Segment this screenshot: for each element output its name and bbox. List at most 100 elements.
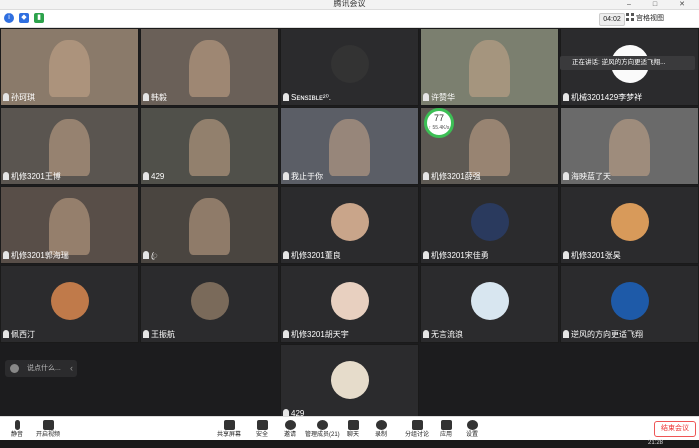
participant-tile[interactable]: 逆风的方向更适飞翔 — [560, 265, 699, 343]
participant-tile[interactable]: 机修3201胡天宇 — [280, 265, 419, 343]
participant-name-label: 机修3201张昊 — [571, 251, 621, 260]
participant-tile[interactable]: 机修3201薛强 77 ↑ 55.4K/s — [420, 107, 559, 185]
chat-label: 聊天 — [346, 432, 359, 438]
info-icon[interactable]: i — [4, 13, 14, 23]
minimize-icon[interactable]: – — [619, 0, 639, 9]
participant-name-label: Sᴇɴsɪʙʟᴇ²⁰. — [291, 93, 332, 102]
participant-avatar — [610, 203, 649, 241]
network-percent: 77 — [433, 113, 444, 123]
participant-video — [188, 198, 231, 256]
members-label: 管理成员(21) — [305, 432, 340, 438]
video-button[interactable]: 开启视频 — [34, 417, 62, 441]
participant-name: 机修3201王博 — [3, 172, 61, 182]
maximize-icon[interactable]: □ — [645, 0, 665, 9]
shield-icon[interactable]: ◆ — [19, 13, 29, 23]
settings-label: 设置 — [465, 432, 478, 438]
meeting-timer: 04:02 — [599, 13, 625, 26]
participant-video — [328, 119, 371, 177]
grid-view-icon — [626, 13, 634, 21]
participant-video — [48, 198, 91, 256]
participant-tile[interactable]: 韩毅 — [140, 28, 279, 106]
participant-name: 429 — [143, 172, 164, 182]
speaking-tooltip: 正在讲话: 逆风的方向更适飞翔... — [560, 56, 695, 70]
participant-name: 机修3201董良 — [283, 251, 341, 261]
record-label: 录制 — [374, 432, 387, 438]
taskbar-clock: 21:28 — [647, 440, 663, 446]
participant-name: Sᴇɴsɪʙʟᴇ²⁰. — [283, 93, 331, 103]
microphone-icon — [423, 330, 429, 338]
manage-members-button[interactable]: 管理成员(21) — [305, 417, 340, 441]
invite-button[interactable]: 邀请 — [280, 417, 300, 441]
end-meeting-button[interactable]: 结束会议 — [654, 421, 696, 437]
network-speed: ↑ 55.4K/s — [428, 125, 450, 131]
participant-name-label: 机修3201胡天宇 — [291, 330, 349, 339]
signal-icon[interactable]: ▮ — [34, 13, 44, 23]
network-speed-badge: 77 ↑ 55.4K/s — [424, 108, 454, 138]
participant-tile[interactable]: 许赞华 — [420, 28, 559, 106]
participant-avatar — [330, 361, 369, 399]
grid-view-button[interactable]: 宫格视图 — [626, 13, 696, 24]
participant-name-label: 海映蓝了天 — [571, 172, 611, 181]
breakout-button[interactable]: 分组讨论 — [403, 417, 431, 441]
microphone-icon — [563, 93, 569, 101]
participant-tile[interactable]: 机修3201张昊 — [560, 186, 699, 264]
participant-name-label: 韩毅 — [151, 93, 167, 102]
participant-name-label: 逆风的方向更适飞翔 — [571, 330, 643, 339]
participant-tile[interactable]: 机修3201董良 — [280, 186, 419, 264]
participant-name: 机修3201张昊 — [563, 251, 621, 261]
participant-tile[interactable]: 机修3201王博 — [0, 107, 139, 185]
settings-button[interactable]: 设置 — [462, 417, 482, 441]
participant-tile[interactable]: ꦿ — [140, 186, 279, 264]
participant-avatar — [330, 282, 369, 320]
participant-tile[interactable]: 429 — [280, 344, 419, 422]
chevron-left-icon[interactable]: ‹ — [70, 360, 73, 377]
participant-tile[interactable]: 机修3201郭海瑞 — [0, 186, 139, 264]
record-button[interactable]: 录制 — [371, 417, 391, 441]
mute-label: 静音 — [10, 432, 23, 438]
share-screen-button[interactable]: 共享屏幕 — [215, 417, 243, 441]
participant-name: 佩西汀 — [3, 330, 35, 340]
participant-name-label: 许赞华 — [431, 93, 455, 102]
chat-placeholder: 说点什么... — [27, 365, 61, 372]
participant-video — [188, 40, 231, 98]
participant-tile[interactable]: 429 — [140, 107, 279, 185]
participant-video — [468, 119, 511, 177]
participant-name: ꦿ — [143, 251, 158, 261]
participant-name: 王振航 — [143, 330, 175, 340]
participant-tile[interactable]: 我止于你 — [280, 107, 419, 185]
participant-tile[interactable]: 佩西汀 — [0, 265, 139, 343]
participant-grid: 孙珂琪 韩毅 Sᴇɴsɪʙʟᴇ²⁰. 许赞华 机械3201429李梦祥 机修3201王博 4… — [0, 28, 699, 422]
chat-button[interactable]: 聊天 — [343, 417, 363, 441]
participant-tile[interactable]: 王振航 — [140, 265, 279, 343]
participant-name: 机修3201宋佳勇 — [423, 251, 489, 261]
participant-video — [608, 119, 651, 177]
share-screen-icon — [223, 420, 235, 430]
microphone-icon — [283, 251, 289, 259]
members-icon — [316, 420, 328, 430]
mute-button[interactable]: 静音 — [6, 417, 28, 441]
security-button[interactable]: 安全 — [252, 417, 272, 441]
close-icon[interactable]: ✕ — [672, 0, 692, 9]
participant-tile[interactable]: 孙珂琪 — [0, 28, 139, 106]
participant-name-label: 机修3201薛强 — [431, 172, 481, 181]
apps-button[interactable]: 应用 — [436, 417, 456, 441]
microphone-icon — [563, 251, 569, 259]
meeting-topbar: i ◆ ▮ 04:02 宫格视图 — [0, 10, 699, 28]
participant-name: 机修3201郭海瑞 — [3, 251, 69, 261]
participant-tile[interactable]: 海映蓝了天 — [560, 107, 699, 185]
chat-input[interactable]: 说点什么... ‹ — [5, 360, 77, 377]
participant-name: 韩毅 — [143, 93, 167, 103]
microphone-icon — [563, 172, 569, 180]
participant-name: 许赞华 — [423, 93, 455, 103]
smile-icon[interactable] — [10, 364, 19, 373]
participant-name-label: 机修3201王博 — [11, 172, 61, 181]
participant-tile[interactable]: 机修3201宋佳勇 — [420, 186, 559, 264]
participant-avatar — [190, 282, 229, 320]
participant-tile[interactable]: 无言流浪 — [420, 265, 559, 343]
microphone-icon — [143, 172, 149, 180]
microphone-icon — [283, 172, 289, 180]
microphone-icon — [143, 251, 149, 259]
participant-name-label: 佩西汀 — [11, 330, 35, 339]
participant-tile[interactable]: Sᴇɴsɪʙʟᴇ²⁰. — [280, 28, 419, 106]
breakout-label: 分组讨论 — [404, 432, 429, 438]
